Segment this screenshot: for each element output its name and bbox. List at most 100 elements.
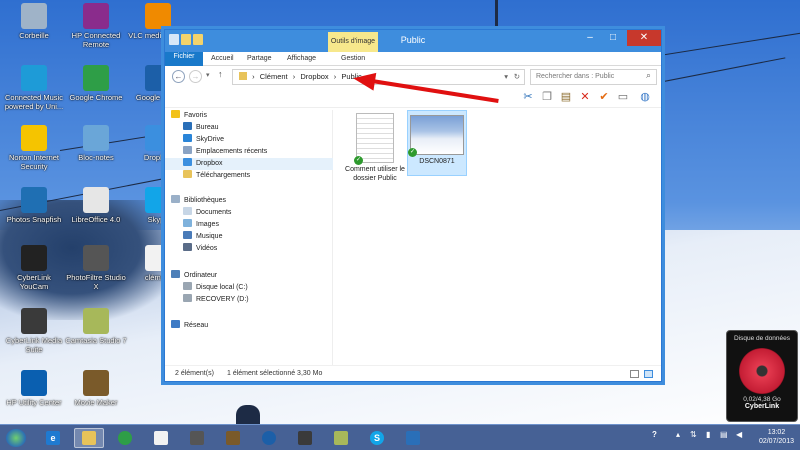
nav-item-recent[interactable]: Emplacements récents [183,146,267,158]
desktop-icon-youcam[interactable]: CyberLink YouCam [2,245,66,291]
nav-item-bureau[interactable]: Bureau [183,122,219,134]
breadcrumb-clement[interactable]: Clément [260,72,288,81]
desktop-icon-movie-maker[interactable]: Movie Maker [64,370,128,407]
videos-icon [183,243,192,251]
desktop-icon-hp-connected-remote[interactable]: HP Connected Remote [64,3,128,49]
vlc-icon [145,3,171,29]
skype-icon: S [370,431,384,445]
volume-icon[interactable]: ◀ [736,430,742,439]
title-bar[interactable]: Outils d'image Public – □ ✕ [165,30,661,52]
pictures-icon [183,219,192,227]
forward-button[interactable]: → [189,70,202,83]
network-icon [171,320,180,328]
ski-lift-pole-base [236,405,260,425]
clock-date: 02/07/2013 [758,438,794,445]
copy-icon[interactable]: ❐ [540,90,554,104]
folder-icon [239,72,247,80]
nav-item-skydrive[interactable]: SkyDrive [183,134,224,146]
snapfish-icon [21,187,47,213]
network-icon[interactable]: ▤ [720,430,728,439]
nav-item-documents[interactable]: Documents [183,207,231,219]
search-input[interactable]: Rechercher dans : Public [530,69,657,85]
desktop-icon-camtasia[interactable]: Camtasia Studio 7 [64,308,128,345]
sync-icon[interactable]: ⇅ [690,430,697,439]
nav-favorites[interactable]: Favoris [171,110,207,122]
desktop-icon-norton[interactable]: Norton Internet Security [2,125,66,171]
nav-computer[interactable]: Ordinateur [171,270,217,282]
file-explorer-window: Outils d'image Public – □ ✕ Fichier Accu… [164,29,662,382]
desktop-icon-hp[interactable]: HP Utility Center [2,370,66,407]
recent-locations-chevron-icon[interactable]: ▾ [206,71,210,79]
back-button[interactable]: ← [172,70,185,83]
tab-accueil[interactable]: Accueil [205,52,240,66]
tab-fichier[interactable]: Fichier [165,52,203,66]
desktop-icon-connected-music[interactable]: Connected Music powered by Uni... [2,65,66,111]
checkmark-icon[interactable]: ✔ [597,90,611,104]
nav-item-dropbox[interactable]: Dropbox [165,158,333,170]
taskbar-google-earth[interactable] [254,428,284,448]
tab-partage[interactable]: Partage [241,52,278,66]
youcam-icon [21,245,47,271]
close-button[interactable]: ✕ [627,30,661,46]
desktop-icon-libreoffice[interactable]: LibreOffice 4.0 [64,187,128,224]
rename-icon[interactable]: ▭ [616,90,630,104]
breadcrumb-dropbox[interactable]: Dropbox [300,72,328,81]
maximize-button[interactable]: □ [602,30,624,46]
taskbar-camtasia[interactable] [326,428,356,448]
hard-drive-icon [183,282,192,290]
taskbar-photofiltre[interactable] [182,428,212,448]
properties-globe-icon[interactable]: ◍ [638,90,652,104]
hard-drive-icon [183,294,192,302]
taskbar-chrome[interactable] [110,428,140,448]
paste-icon[interactable]: ▤ [559,90,573,104]
start-button[interactable] [6,429,26,447]
tab-affichage[interactable]: Affichage [281,52,322,66]
nav-libraries[interactable]: Bibliothèques [171,195,226,207]
taskbar-media-suite[interactable] [290,428,320,448]
file-item-readme[interactable]: ✓ Comment utiliser le dossier Public [345,110,405,185]
data-disc-gadget[interactable]: Disque de données 0,02/4,38 Go CyberLink [726,330,798,422]
desktop-icon-photofiltre[interactable]: PhotoFiltre Studio X [64,245,128,291]
taskbar-wordpad[interactable] [398,428,428,448]
computer-icon [171,270,180,278]
up-arrow-icon[interactable]: ↑ [218,69,223,79]
taskbar-skype[interactable]: S [362,428,392,448]
system-clock[interactable]: 13:02 02/07/2013 [759,428,794,446]
tab-gestion[interactable]: Gestion [335,52,371,66]
chrome-icon [83,65,109,91]
show-hidden-icons-chevron-icon[interactable]: ▴ [676,430,680,439]
desktop-icon-label: CyberLink Media Suite [5,336,63,354]
nav-network[interactable]: Réseau [171,320,208,332]
nav-item-images[interactable]: Images [183,219,219,231]
taskbar-explorer[interactable] [74,428,104,448]
nav-item-downloads[interactable]: Téléchargements [183,170,250,182]
desktop-icon-notepad[interactable]: Bloc-notes [64,125,128,162]
nav-item-videos[interactable]: Vidéos [183,243,217,255]
desktop-icon-media-suite[interactable]: CyberLink Media Suite [2,308,66,354]
file-item-photo[interactable]: ✓ DSCN0871 [407,110,467,176]
minimize-button[interactable]: – [579,30,601,46]
details-view-icon[interactable] [630,370,639,378]
taskbar-ie[interactable]: e [38,428,68,448]
desktop-icon-label: Movie Maker [74,398,118,407]
cut-icon[interactable]: ✂ [521,90,535,104]
clock-time: 13:02 [767,429,786,436]
refresh-icon[interactable]: ↻ [514,70,520,84]
taskbar-notepad[interactable] [146,428,176,448]
desktop-icon-recycle-bin[interactable]: Corbeille [2,3,66,40]
large-icons-view-icon[interactable] [644,370,653,378]
nav-item-drive-d[interactable]: RECOVERY (D:) [183,294,249,306]
taskbar-movie-maker[interactable] [218,428,248,448]
battery-icon[interactable]: ▮ [706,430,710,439]
desktop-icon-snapfish[interactable]: Photos Snapfish [2,187,66,224]
dropbox-toolbar: ✂ ❐ ▤ ✕ ✔ ▭ ◍ [165,88,661,108]
search-icon: ⌕ [646,70,652,80]
nav-item-music[interactable]: Musique [183,231,222,243]
notepad-icon [83,125,109,151]
chevron-down-icon[interactable]: ▾ [504,70,508,84]
selection-info: 1 élément sélectionné 3,30 Mo [227,370,323,377]
nav-item-drive-c[interactable]: Disque local (C:) [183,282,248,294]
delete-icon[interactable]: ✕ [578,90,592,104]
help-icon[interactable]: ? [652,430,657,439]
desktop-icon-chrome[interactable]: Google Chrome [64,65,128,102]
